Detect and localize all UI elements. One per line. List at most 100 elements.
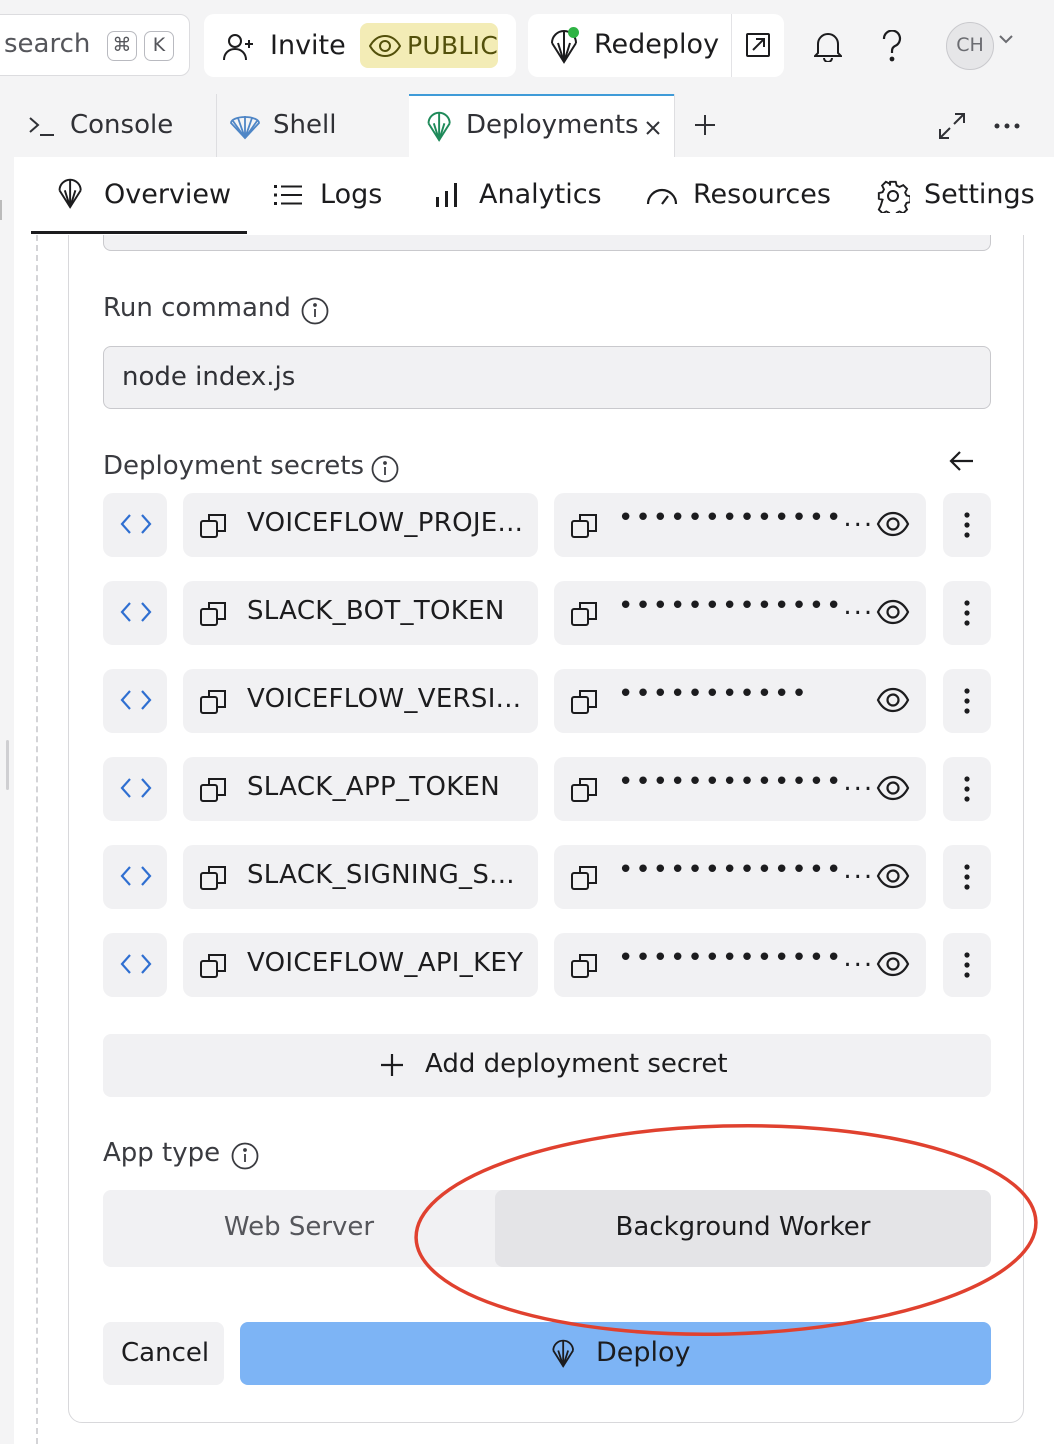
- secret-value-masked: •••••••••••••...: [618, 855, 875, 885]
- copy-icon[interactable]: [570, 687, 600, 717]
- toggle-code-view-button[interactable]: [103, 581, 167, 645]
- copy-icon[interactable]: [199, 511, 229, 541]
- secret-row: SLACK_APP_TOKEN •••••••••••••...: [103, 757, 991, 821]
- info-icon[interactable]: [371, 455, 399, 483]
- code-icon: [120, 513, 152, 535]
- arrow-left-icon[interactable]: [949, 450, 975, 472]
- plus-icon: [380, 1053, 404, 1077]
- app-type-background-worker[interactable]: Background Worker: [495, 1190, 991, 1267]
- kebab-menu-icon: [960, 511, 974, 539]
- secret-menu-button[interactable]: [943, 669, 991, 733]
- secret-value-cell[interactable]: •••••••••••••...: [554, 757, 926, 821]
- subnav-item-overview[interactable]: Overview: [34, 157, 248, 235]
- invite-group: Invite PUBLIC: [204, 14, 516, 77]
- eye-icon[interactable]: [876, 951, 910, 977]
- subnav-item-logs[interactable]: Logs: [272, 157, 392, 235]
- chevron-down-icon[interactable]: [998, 34, 1014, 44]
- subnav-label: Overview: [104, 179, 232, 210]
- copy-icon[interactable]: [570, 599, 600, 629]
- invite-button[interactable]: Invite: [216, 24, 356, 68]
- tab-console[interactable]: Console: [14, 94, 216, 157]
- secret-menu-button[interactable]: [943, 757, 991, 821]
- subnav-item-settings[interactable]: Settings: [876, 157, 1046, 235]
- secret-row: SLACK_SIGNING_S... •••••••••••••...: [103, 845, 991, 909]
- secret-key-cell[interactable]: SLACK_SIGNING_S...: [183, 845, 538, 909]
- tab-shell[interactable]: Shell: [217, 94, 409, 157]
- avatar[interactable]: CH: [946, 22, 994, 70]
- deploy-button[interactable]: Deploy: [240, 1322, 991, 1385]
- terminal-icon: [28, 114, 56, 138]
- info-icon[interactable]: [231, 1142, 259, 1170]
- more-options-icon[interactable]: [994, 123, 1020, 129]
- eye-icon[interactable]: [876, 863, 910, 889]
- run-command-input[interactable]: node index.js: [103, 346, 991, 409]
- toggle-code-view-button[interactable]: [103, 845, 167, 909]
- public-label: PUBLIC: [407, 31, 499, 60]
- copy-icon[interactable]: [570, 863, 600, 893]
- help-button[interactable]: [868, 22, 916, 70]
- search-box[interactable]: search ⌘ K: [0, 14, 190, 76]
- status-dot: [568, 27, 579, 38]
- subnav-item-resources[interactable]: Resources: [644, 157, 844, 235]
- subnav-item-analytics[interactable]: Analytics: [432, 157, 612, 235]
- eye-icon[interactable]: [876, 511, 910, 537]
- new-tab-button[interactable]: [694, 114, 716, 136]
- toggle-code-view-button[interactable]: [103, 757, 167, 821]
- toggle-code-view-button[interactable]: [103, 669, 167, 733]
- secret-value-masked: •••••••••••••...: [618, 767, 875, 797]
- secret-key-cell[interactable]: VOICEFLOW_PROJE...: [183, 493, 538, 557]
- redeploy-button[interactable]: Redeploy: [528, 14, 731, 77]
- tab-deployments[interactable]: Deployments: [409, 94, 674, 157]
- copy-icon[interactable]: [570, 511, 600, 541]
- previous-field[interactable]: [103, 235, 991, 251]
- secret-value-cell[interactable]: •••••••••••: [554, 669, 926, 733]
- secret-key: SLACK_APP_TOKEN: [247, 772, 501, 802]
- secret-key: SLACK_BOT_TOKEN: [247, 596, 505, 626]
- code-icon: [120, 777, 152, 799]
- secret-menu-button[interactable]: [943, 581, 991, 645]
- toggle-code-view-button[interactable]: [103, 933, 167, 997]
- secret-key-cell[interactable]: VOICEFLOW_API_KEY: [183, 933, 538, 997]
- secret-menu-button[interactable]: [943, 493, 991, 557]
- eye-icon[interactable]: [876, 599, 910, 625]
- deployment-subnav: Overview Logs Analytics Resources Settin…: [14, 157, 1054, 236]
- resize-handle[interactable]: [6, 740, 9, 790]
- notifications-button[interactable]: [804, 22, 852, 70]
- copy-icon[interactable]: [570, 951, 600, 981]
- secret-key: VOICEFLOW_PROJE...: [247, 508, 524, 538]
- deployments-panel: Console Shell Deployments Overview Logs …: [14, 94, 1054, 1444]
- bell-icon: [814, 30, 842, 62]
- eye-icon[interactable]: [876, 687, 910, 713]
- command-key-hint: ⌘: [107, 31, 137, 61]
- secret-value-cell[interactable]: •••••••••••••...: [554, 581, 926, 645]
- secret-key-cell[interactable]: SLACK_BOT_TOKEN: [183, 581, 538, 645]
- app-type-toggle: Web Server Background Worker: [103, 1190, 991, 1267]
- secret-value-cell[interactable]: •••••••••••••...: [554, 845, 926, 909]
- info-icon[interactable]: [301, 297, 329, 325]
- secret-value-masked: •••••••••••: [618, 679, 809, 709]
- copy-icon[interactable]: [570, 775, 600, 805]
- copy-icon[interactable]: [199, 775, 229, 805]
- close-icon[interactable]: [645, 120, 661, 136]
- toggle-code-view-button[interactable]: [103, 493, 167, 557]
- deployment-secrets-label: Deployment secrets: [103, 451, 364, 481]
- app-type-web-server[interactable]: Web Server: [103, 1190, 495, 1267]
- secret-value-cell[interactable]: •••••••••••••...: [554, 933, 926, 997]
- eye-icon[interactable]: [876, 775, 910, 801]
- secret-value-cell[interactable]: •••••••••••••...: [554, 493, 926, 557]
- secret-menu-button[interactable]: [943, 845, 991, 909]
- expand-icon[interactable]: [938, 112, 966, 140]
- copy-icon[interactable]: [199, 951, 229, 981]
- secret-key-cell[interactable]: VOICEFLOW_VERSI...: [183, 669, 538, 733]
- copy-icon[interactable]: [199, 687, 229, 717]
- divider: [674, 94, 675, 157]
- public-badge[interactable]: PUBLIC: [360, 23, 498, 68]
- secret-row: VOICEFLOW_API_KEY •••••••••••••...: [103, 933, 991, 997]
- cancel-button[interactable]: Cancel: [103, 1322, 224, 1385]
- copy-icon[interactable]: [199, 599, 229, 629]
- copy-icon[interactable]: [199, 863, 229, 893]
- open-external-button[interactable]: [732, 14, 784, 77]
- secret-key-cell[interactable]: SLACK_APP_TOKEN: [183, 757, 538, 821]
- secret-menu-button[interactable]: [943, 933, 991, 997]
- add-secret-button[interactable]: Add deployment secret: [103, 1034, 991, 1097]
